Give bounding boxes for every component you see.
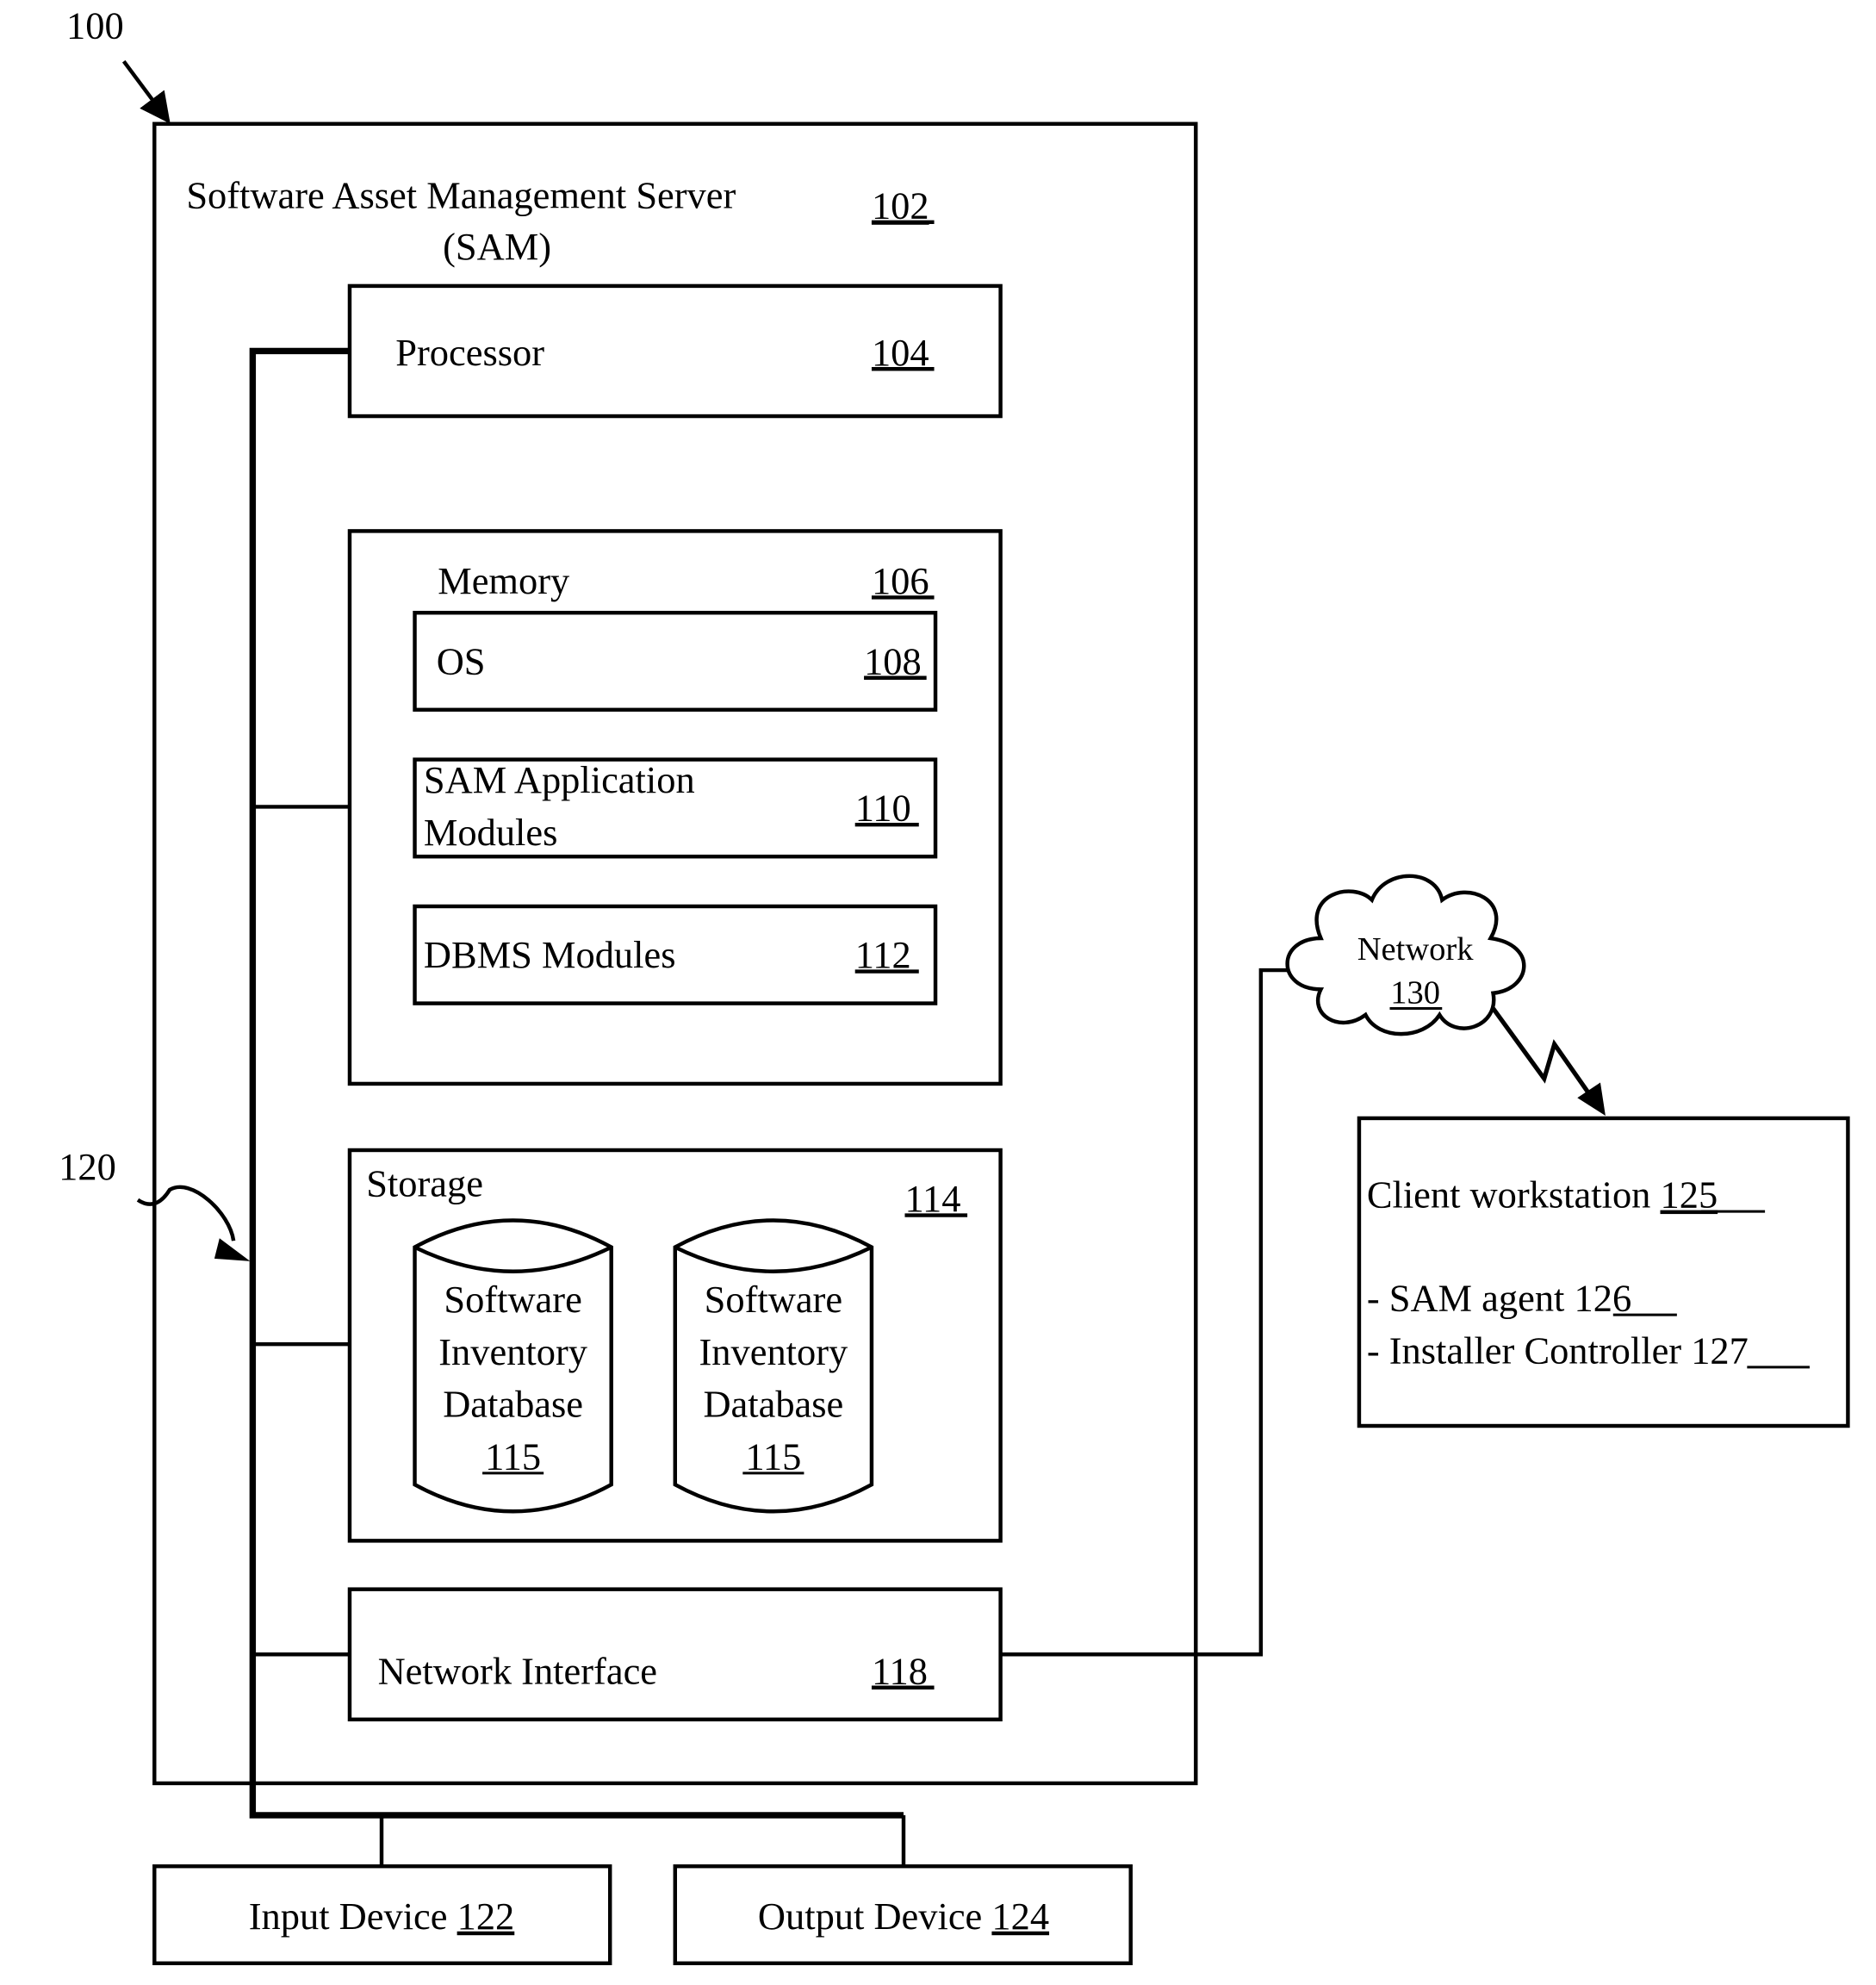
database-ref: 115 (745, 1434, 801, 1478)
database-label-line3: Database (703, 1383, 843, 1426)
sam-app-modules-label-line1: SAM Application (424, 758, 695, 801)
memory-label: Memory (438, 559, 570, 602)
database-ref: 115 (485, 1434, 541, 1478)
database-cylinder: Software Inventory Database 115 (413, 1218, 613, 1514)
wireless-link (1491, 1006, 1601, 1110)
client-item-label: - SAM agent (1367, 1277, 1575, 1320)
client-item-ref: 126 (1575, 1277, 1632, 1320)
client-item-installer-controller: - Installer Controller 127 (1367, 1329, 1749, 1372)
output-device-text: Output Device (758, 1895, 991, 1938)
client-workstation-title: Client workstation 125 (1367, 1173, 1718, 1217)
figure-ref-arrow (121, 59, 171, 124)
database-label-line1: Software (444, 1278, 581, 1321)
figure-ref-label: 100 (66, 3, 124, 47)
client-item-label: - Installer Controller (1367, 1329, 1691, 1372)
output-device-ref: 124 (991, 1895, 1049, 1938)
os-box (413, 610, 938, 712)
input-device-ref: 122 (457, 1895, 515, 1938)
sam-app-modules-label-line2: Modules (424, 811, 558, 854)
server-title-line1: Software Asset Management Server (186, 174, 736, 217)
wireless-link-arrowhead (1577, 1082, 1606, 1116)
storage-label: Storage (366, 1161, 483, 1204)
processor-label: Processor (395, 331, 544, 374)
client-workstation-box (1357, 1116, 1850, 1428)
network-label: Network (1357, 931, 1475, 968)
output-device-label: Output Device 124 (758, 1895, 1049, 1938)
network-interface-label: Network Interface (378, 1649, 657, 1692)
database-label-line2: Inventory (699, 1330, 848, 1373)
bus-ref-label: 120 (59, 1145, 116, 1188)
input-device-label: Input Device 122 (249, 1895, 515, 1938)
client-item-sam-agent: - SAM agent 126 (1367, 1277, 1631, 1320)
database-label-line2: Inventory (438, 1330, 588, 1373)
database-cylinder: Software Inventory Database 115 (673, 1218, 874, 1514)
dbms-modules-label: DBMS Modules (424, 933, 676, 976)
database-label-line1: Software (705, 1278, 842, 1321)
client-ref: 125 (1661, 1173, 1718, 1217)
network-ref: 130 (1390, 975, 1440, 1011)
input-device-text: Input Device (249, 1895, 457, 1938)
client-item-ref: 127 (1691, 1329, 1749, 1372)
client-title-text: Client workstation (1367, 1173, 1661, 1217)
system-diagram: 100 Software Asset Management Server (SA… (59, 3, 1850, 1966)
database-label-line3: Database (443, 1383, 583, 1426)
os-label: OS (437, 639, 486, 682)
server-title-line2: (SAM) (443, 225, 551, 268)
